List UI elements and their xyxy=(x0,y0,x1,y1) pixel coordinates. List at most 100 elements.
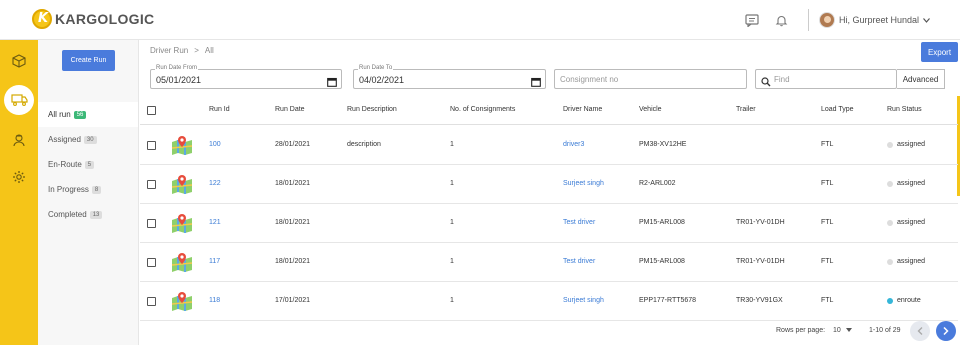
row-checkbox[interactable] xyxy=(147,297,156,306)
previous-page-button[interactable] xyxy=(910,321,930,341)
row-checkbox[interactable] xyxy=(147,258,156,267)
field-value: 04/02/2021 xyxy=(359,75,405,85)
driver-name-link[interactable]: driver3 xyxy=(563,141,584,148)
load-type-cell: FTL xyxy=(821,219,834,226)
main-content: Driver Run > All Export Run Date From 05/0… xyxy=(140,40,960,345)
column-header[interactable]: Vehicle xyxy=(639,106,662,113)
run-id-link[interactable]: 100 xyxy=(209,141,221,148)
column-header[interactable]: Run Description xyxy=(347,106,397,113)
count-badge: 13 xyxy=(89,210,103,219)
breadcrumb-root[interactable]: Driver Run xyxy=(150,46,188,55)
column-header[interactable]: Run Id xyxy=(209,106,230,113)
export-button[interactable]: Export xyxy=(921,42,958,62)
column-header[interactable]: Trailer xyxy=(736,106,756,113)
rows-per-page-select[interactable]: 10 xyxy=(833,320,852,340)
consignments-cell: 1 xyxy=(450,297,454,304)
row-checkbox[interactable] xyxy=(147,180,156,189)
run-date-cell: 18/01/2021 xyxy=(275,219,311,226)
logo-badge-icon xyxy=(32,9,52,29)
advanced-button[interactable]: Advanced xyxy=(897,69,945,89)
status-badge: assigned xyxy=(887,141,925,148)
column-header[interactable]: No. of Consignments xyxy=(450,106,515,113)
driver-name-link[interactable]: Surjeet singh xyxy=(563,297,604,304)
count-badge: 5 xyxy=(84,160,95,169)
driver-name-link[interactable]: Test driver xyxy=(563,258,595,265)
consignments-cell: 1 xyxy=(450,258,454,265)
sidebar-item-label: En-Route xyxy=(48,160,82,169)
select-all-checkbox[interactable] xyxy=(147,106,156,115)
map-pin-icon[interactable] xyxy=(171,135,193,160)
chevron-down-icon xyxy=(923,16,930,25)
row-checkbox[interactable] xyxy=(147,219,156,228)
table-row[interactable]: 118 17/01/2021 1 Surjeet singh EPP177-RT… xyxy=(140,282,958,321)
sidebar-item-completed[interactable]: Completed 13 xyxy=(38,202,138,227)
driver-icon[interactable] xyxy=(7,128,31,152)
field-value: 05/01/2021 xyxy=(156,75,202,85)
map-pin-icon[interactable] xyxy=(171,252,193,277)
divider xyxy=(807,9,809,31)
trailer-cell: TR30-YV91GX xyxy=(736,297,783,304)
status-badge: assigned xyxy=(887,258,925,265)
count-badge: 8 xyxy=(91,185,102,194)
sidebar-item-all-run[interactable]: All run 56 xyxy=(38,102,138,127)
run-id-link[interactable]: 118 xyxy=(209,297,220,304)
sidebar-item-label: Completed xyxy=(48,210,87,219)
driver-name-link[interactable]: Test driver xyxy=(563,219,595,226)
column-header[interactable]: Run Date xyxy=(275,106,305,113)
status-dot xyxy=(887,258,893,265)
map-pin-icon[interactable] xyxy=(171,174,193,199)
status-badge: assigned xyxy=(887,180,925,187)
run-date-to-field[interactable]: Run Date To 04/02/2021 xyxy=(353,65,546,92)
table-row[interactable]: 121 18/01/2021 1 Test driver PM15-ARL008… xyxy=(140,204,958,243)
column-header[interactable]: Driver Name xyxy=(563,106,602,113)
calendar-icon[interactable] xyxy=(531,74,541,92)
rows-per-page-label: Rows per page: xyxy=(776,326,826,334)
load-type-cell: FTL xyxy=(821,258,834,265)
user-menu[interactable]: Hi, Gurpreet Hundal xyxy=(818,12,930,28)
table-row[interactable]: 117 18/01/2021 1 Test driver PM15-ARL008… xyxy=(140,243,958,282)
gear-icon[interactable] xyxy=(7,165,31,189)
sidebar-item-label: In Progress xyxy=(48,185,89,194)
sidebar-item-en-route[interactable]: En-Route 5 xyxy=(38,152,138,177)
row-checkbox[interactable] xyxy=(147,141,156,150)
bell-icon[interactable] xyxy=(770,8,794,32)
consignments-cell: 1 xyxy=(450,141,454,148)
status-dot xyxy=(887,180,893,187)
status-text: assigned xyxy=(897,258,926,265)
consignment-input[interactable]: Consignment no xyxy=(554,69,747,89)
logo[interactable]: KARGOLOGIC xyxy=(32,9,154,29)
column-header[interactable]: Run Status xyxy=(887,106,922,113)
calendar-icon[interactable] xyxy=(327,74,337,92)
trailer-cell: TR01-YV-01DH xyxy=(736,219,785,226)
message-icon[interactable] xyxy=(740,8,764,32)
breadcrumb: Driver Run > All xyxy=(150,46,214,55)
status-text: assigned xyxy=(897,219,926,226)
sidebar-item-label: All run xyxy=(48,110,71,119)
box-icon[interactable] xyxy=(7,49,31,73)
field-label: Run Date From xyxy=(155,65,199,71)
map-pin-icon[interactable] xyxy=(171,213,193,238)
next-page-button[interactable] xyxy=(936,321,956,341)
truck-icon[interactable] xyxy=(4,85,34,115)
status-text: assigned xyxy=(897,180,926,187)
status-dot xyxy=(887,297,893,304)
input-placeholder: Find xyxy=(774,75,790,84)
caret-down-icon xyxy=(845,327,852,334)
create-run-button[interactable]: Create Run xyxy=(62,50,115,71)
column-header[interactable]: Load Type xyxy=(821,106,854,113)
driver-name-link[interactable]: Surjeet singh xyxy=(563,180,604,187)
sidebar-item-assigned[interactable]: Assigned 30 xyxy=(38,127,138,152)
table-row[interactable]: 122 18/01/2021 1 Surjeet singh R2-ARL002… xyxy=(140,165,958,204)
find-input[interactable]: Find xyxy=(755,69,897,89)
run-id-link[interactable]: 117 xyxy=(209,258,220,265)
sidebar-item-in-progress[interactable]: In Progress 8 xyxy=(38,177,138,202)
run-id-link[interactable]: 121 xyxy=(209,219,221,226)
run-date-from-field[interactable]: Run Date From 05/01/2021 xyxy=(150,65,342,92)
vehicle-cell: PM15-ARL008 xyxy=(639,219,685,226)
table-row[interactable]: 100 28/01/2021 description 1 driver3 PM3… xyxy=(140,126,958,165)
input-placeholder: Consignment no xyxy=(560,75,619,84)
top-bar: KARGOLOGIC Hi, Gurpreet Hundal xyxy=(0,0,960,40)
run-id-link[interactable]: 122 xyxy=(209,180,221,187)
map-pin-icon[interactable] xyxy=(171,291,193,316)
run-date-cell: 18/01/2021 xyxy=(275,180,311,187)
